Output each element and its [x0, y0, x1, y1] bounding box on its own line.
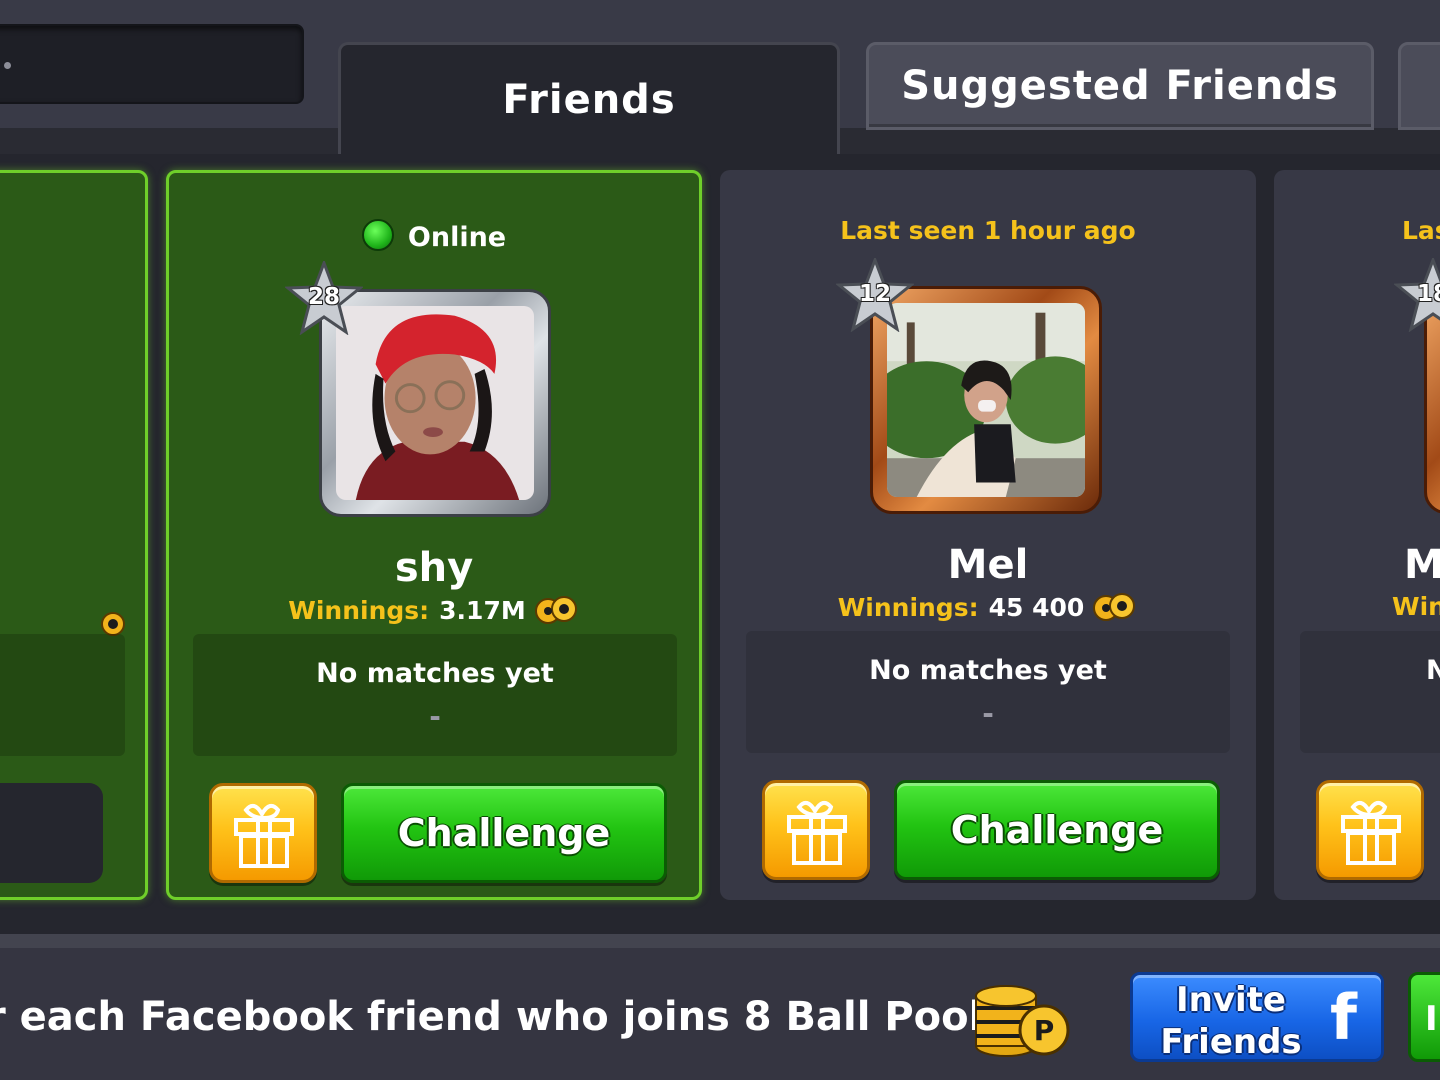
tab-friends[interactable]: Friends [338, 42, 840, 154]
gift-button[interactable] [1316, 780, 1424, 880]
winnings: Win [1392, 592, 1440, 621]
coins-icon [1093, 593, 1136, 621]
level-number: 18 [1416, 281, 1440, 307]
last-seen-status: Last seen 1 hour ago [840, 216, 1136, 245]
level-star-icon: 12 [834, 255, 916, 333]
cursor-dot [4, 62, 11, 69]
level-star-icon: 18 [1392, 255, 1440, 333]
invite-friends-label: Invite Friends [1151, 979, 1311, 1063]
match-history-text: No matches yet [869, 655, 1107, 686]
invite-button-partial-label: In [1425, 999, 1440, 1039]
player-name: Mel [947, 542, 1029, 588]
gift-button[interactable] [762, 780, 870, 880]
match-history-text: No matches yet [316, 658, 554, 689]
winnings-label: Winnings: [288, 596, 430, 625]
online-status-label: Online [407, 222, 507, 253]
coins-icon [534, 596, 577, 624]
winnings-label: Win [1392, 592, 1440, 621]
search-input[interactable] [0, 24, 304, 104]
challenge-button[interactable]: Challenge [894, 780, 1220, 880]
level-number: 28 [307, 284, 340, 310]
match-history-box: No matches yet - [746, 631, 1230, 753]
challenge-button[interactable]: Challenge [341, 783, 667, 883]
profile-photo [887, 303, 1085, 497]
winnings: Winnings: 3.17M [169, 595, 699, 625]
winnings-label: Winnings: [837, 593, 979, 622]
invite-banner: r each Facebook friend who joins 8 Ball … [0, 948, 1440, 1080]
card-button[interactable] [0, 783, 103, 883]
invite-label-line1: Invite [1176, 980, 1286, 1020]
player-name: M [1404, 542, 1440, 588]
coins-icon [101, 612, 125, 636]
invite-friends-button[interactable]: Invite Friends f [1130, 972, 1384, 1062]
profile-photo [336, 306, 534, 500]
gift-icon [787, 800, 847, 865]
friend-card-mel[interactable]: Last seen 1 hour ago 12 Mel Winnings: 45… [720, 170, 1256, 900]
friends-list[interactable]: Online 28 shy Winnings: 3.17M No matches… [0, 154, 1440, 934]
tab-next[interactable] [1398, 42, 1440, 130]
challenge-label: Challenge [397, 811, 611, 855]
tab-suggested-friends[interactable]: Suggested Friends [866, 42, 1374, 130]
match-history-dash: - [982, 697, 994, 730]
player-name: shy [394, 545, 474, 591]
invite-label-line2: Friends [1160, 1022, 1302, 1062]
promo-text: r each Facebook friend who joins 8 Ball … [0, 994, 1001, 1040]
gift-icon [234, 803, 294, 868]
match-history-box [0, 634, 125, 756]
match-history-dash: - [429, 700, 441, 733]
friend-card-partial-left[interactable] [0, 170, 148, 900]
winnings-value: 3.17M [439, 596, 526, 625]
coin-stack-icon: P [975, 985, 1070, 1057]
winnings: Winnings: 45 400 [720, 592, 1256, 622]
winnings-value: 45 400 [988, 593, 1085, 622]
match-history-box: No matches yet - [193, 634, 677, 756]
match-history-text: N [1426, 655, 1440, 686]
challenge-label: Challenge [950, 808, 1164, 852]
last-seen-status: Las [1402, 216, 1440, 245]
invite-button-partial[interactable]: In [1408, 972, 1440, 1062]
online-dot-icon [361, 219, 394, 251]
facebook-icon: f [1330, 981, 1357, 1054]
tab-friends-label: Friends [502, 76, 676, 123]
friend-card-partial-right[interactable]: Las 18 M Win N [1274, 170, 1440, 900]
online-status: Online [169, 219, 699, 253]
svg-text:P: P [1034, 1014, 1055, 1047]
level-number: 12 [858, 281, 891, 307]
tab-suggested-label: Suggested Friends [901, 63, 1339, 109]
match-history-box: N [1300, 631, 1440, 753]
gift-icon [1341, 800, 1401, 865]
gift-button[interactable] [209, 783, 317, 883]
banner-divider [0, 934, 1440, 948]
tab-bar: Friends Suggested Friends [0, 0, 1440, 155]
level-star-icon: 28 [283, 258, 365, 336]
friend-card-shy[interactable]: Online 28 shy Winnings: 3.17M No matches… [166, 170, 702, 900]
